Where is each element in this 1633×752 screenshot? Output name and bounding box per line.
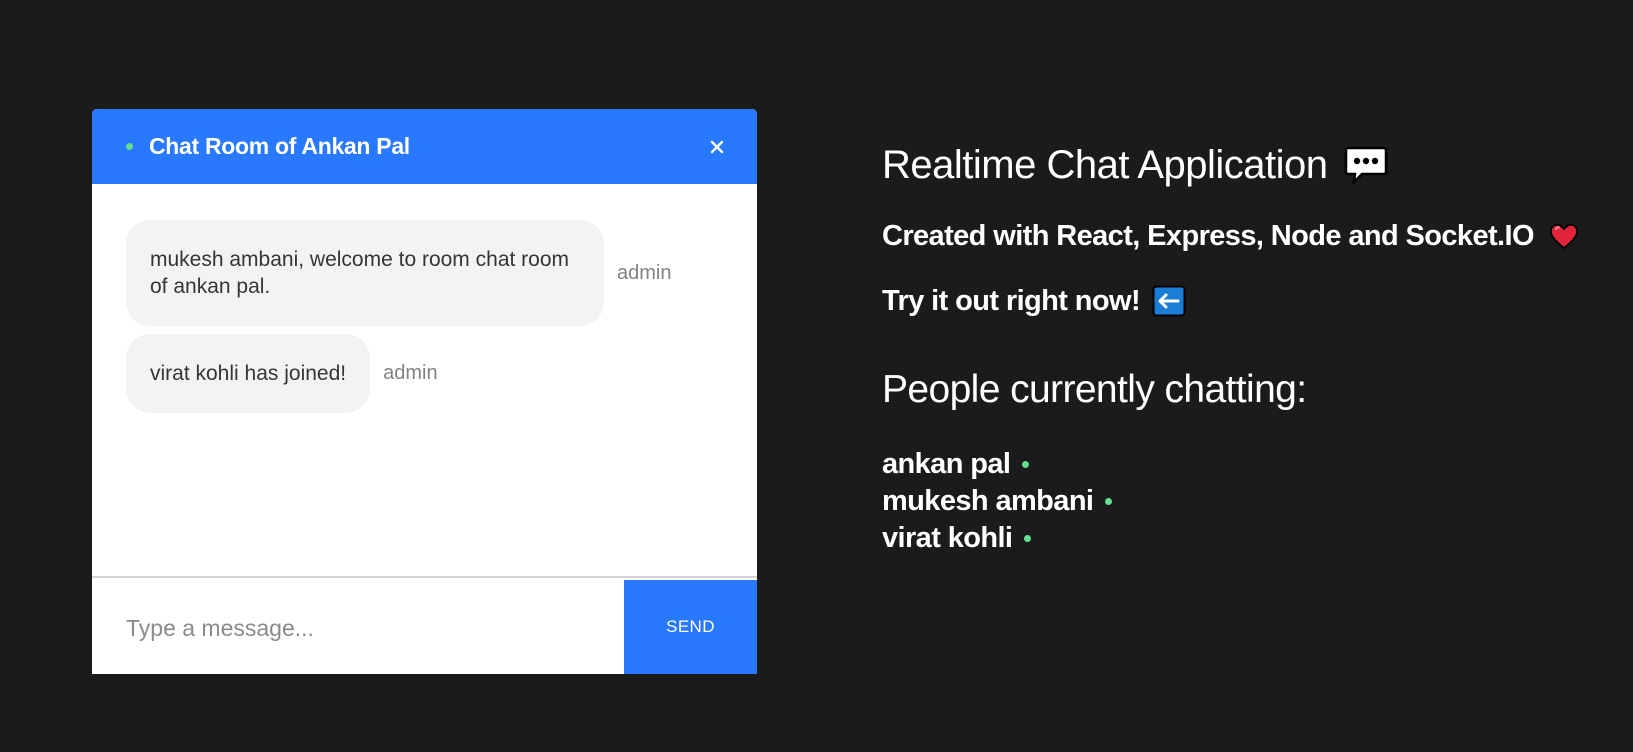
chat-header: Chat Room of Ankan Pal xyxy=(92,109,757,184)
message-sender: admin xyxy=(383,362,438,384)
person-item: ankan pal xyxy=(882,446,1112,483)
close-icon[interactable] xyxy=(707,137,727,157)
person-item: mukesh ambani xyxy=(882,483,1113,520)
people-heading: People currently chatting: xyxy=(882,368,1307,411)
online-status-icon xyxy=(1022,461,1030,468)
message-sender: admin xyxy=(617,261,672,284)
speech-bubble-icon xyxy=(1344,145,1388,185)
person-name: ankan pal xyxy=(882,448,1011,480)
message-row: mukesh ambani, welcome to room chat room… xyxy=(126,220,671,326)
app-heading-text: Realtime Chat Application xyxy=(882,142,1328,187)
page: Chat Room of Ankan Pal mukesh ambani, we… xyxy=(0,0,1633,752)
app-heading: Realtime Chat Application xyxy=(882,138,1388,192)
online-status-icon xyxy=(1105,498,1113,505)
created-with-line: Created with React, Express, Node and So… xyxy=(882,216,1580,256)
send-button[interactable]: SEND xyxy=(624,580,757,674)
online-status-icon xyxy=(126,143,133,150)
heart-icon xyxy=(1548,221,1580,251)
message-bubble: mukesh ambani, welcome to room chat room… xyxy=(126,220,604,326)
message-bubble: virat kohli has joined! xyxy=(126,334,371,413)
message-row: virat kohli has joined! admin xyxy=(126,334,438,413)
people-list: ankan pal mukesh ambani virat kohli xyxy=(882,446,1113,557)
person-name: virat kohli xyxy=(882,522,1013,554)
chat-room-title: Chat Room of Ankan Pal xyxy=(149,133,410,159)
info-panel: Realtime Chat Application Created with R… xyxy=(882,138,1578,554)
try-it-line: Try it out right now! xyxy=(882,281,1186,321)
left-arrow-icon xyxy=(1152,285,1186,317)
try-it-text: Try it out right now! xyxy=(882,284,1141,317)
online-status-icon xyxy=(1024,535,1032,542)
chat-window: Chat Room of Ankan Pal mukesh ambani, we… xyxy=(92,109,757,674)
person-item: virat kohli xyxy=(882,520,1112,557)
message-input[interactable] xyxy=(92,580,624,674)
created-with-text: Created with React, Express, Node and So… xyxy=(882,219,1535,252)
person-name: mukesh ambani xyxy=(882,485,1094,517)
message-composer: SEND xyxy=(92,576,757,674)
